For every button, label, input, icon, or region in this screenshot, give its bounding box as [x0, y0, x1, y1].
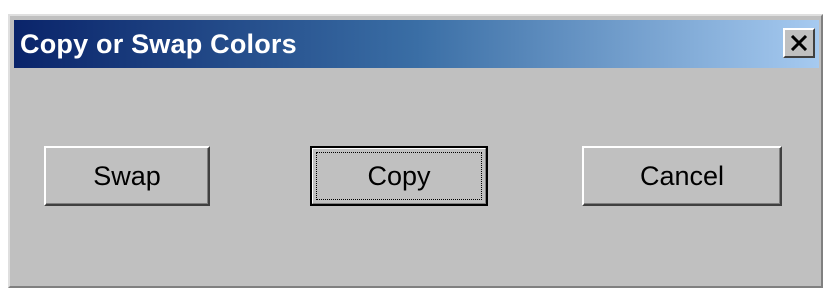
copy-button[interactable]: Copy: [310, 146, 488, 206]
window-title: Copy or Swap Colors: [20, 29, 297, 59]
close-button[interactable]: [783, 28, 815, 58]
copy-button-label: Copy: [367, 160, 431, 191]
title-bar[interactable]: Copy or Swap Colors: [14, 20, 819, 68]
cancel-button-label: Cancel: [639, 160, 725, 191]
copy-swap-colors-dialog: Copy or Swap Colors Swap Copy Cancel: [8, 14, 823, 288]
close-x-icon: [790, 35, 808, 51]
cancel-button[interactable]: Cancel: [582, 146, 782, 206]
swap-button-label: Swap: [93, 160, 161, 191]
swap-button[interactable]: Swap: [44, 146, 210, 206]
